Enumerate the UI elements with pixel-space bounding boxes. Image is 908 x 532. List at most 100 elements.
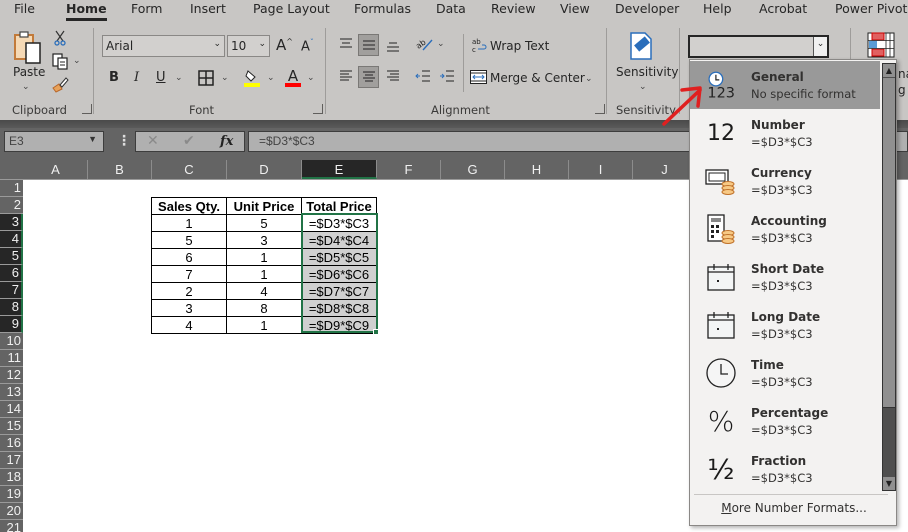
column-header-a[interactable]: A (24, 160, 88, 179)
cell-unit-price[interactable]: 1 (226, 316, 302, 334)
cell-sales-qty[interactable]: 4 (151, 316, 227, 334)
fill-color-button[interactable] (243, 68, 261, 88)
font-size-combobox[interactable]: 10 ⌄ (227, 35, 270, 57)
row-header-5[interactable]: 5 (0, 248, 23, 265)
row-header-7[interactable]: 7 (0, 282, 23, 299)
decrease-font-size-button[interactable]: Aˇ (301, 38, 314, 54)
tab-formulas[interactable]: Formulas (354, 1, 411, 16)
column-header-d[interactable]: D (227, 160, 302, 179)
scrollbar-thumb[interactable] (883, 78, 895, 408)
bottom-align-button[interactable] (384, 37, 402, 55)
header-total-price[interactable]: Total Price (301, 197, 377, 215)
scroll-up-arrow-icon[interactable]: ▲ (883, 64, 895, 77)
number-format-combobox[interactable]: ⌄ (688, 35, 829, 58)
tab-review[interactable]: Review (491, 1, 536, 16)
cell-total-price[interactable]: =$D7*$C7 (301, 282, 377, 300)
format-option-short-date[interactable]: Short Date =$D3*$C3 (690, 253, 880, 301)
format-option-time[interactable]: Time =$D3*$C3 (690, 349, 880, 397)
cell-unit-price[interactable]: 8 (226, 299, 302, 317)
copy-button[interactable] (51, 52, 69, 70)
row-header-8[interactable]: 8 (0, 299, 23, 316)
cell-sales-qty[interactable]: 2 (151, 282, 227, 300)
column-header-c[interactable]: C (152, 160, 227, 179)
clipboard-dialog-launcher-icon[interactable] (82, 104, 92, 114)
align-left-button[interactable] (337, 67, 355, 85)
tab-view[interactable]: View (560, 1, 590, 16)
sensitivity-button[interactable]: Sensitivity (616, 65, 678, 79)
row-header-6[interactable]: 6 (0, 265, 23, 282)
format-option-accounting[interactable]: Accounting =$D3*$C3 (690, 205, 880, 253)
orientation-dropdown-chevron-icon[interactable]: ⌄ (437, 39, 445, 49)
format-painter-button[interactable] (51, 76, 69, 94)
name-box-dropdown-icon[interactable]: ▼ (88, 134, 97, 144)
row-header-17[interactable]: 17 (0, 452, 23, 469)
column-header-h[interactable]: H (505, 160, 569, 179)
cell-sales-qty[interactable]: 5 (151, 231, 227, 249)
row-header-15[interactable]: 15 (0, 418, 23, 435)
column-header-i[interactable]: I (569, 160, 633, 179)
merge-dropdown-chevron-icon[interactable]: ⌄ (585, 74, 593, 84)
tab-file[interactable]: File (14, 1, 35, 16)
row-header-18[interactable]: 18 (0, 469, 23, 486)
copy-dropdown-chevron-icon[interactable]: ⌄ (73, 56, 81, 66)
cancel-formula-button[interactable]: ✕ (147, 133, 159, 149)
tab-home[interactable]: Home (66, 1, 107, 21)
align-right-button[interactable] (384, 67, 402, 85)
row-header-21[interactable]: 21 (0, 520, 23, 532)
row-header-10[interactable]: 10 (0, 333, 23, 350)
cell-total-price[interactable]: =$D6*$C6 (301, 265, 377, 283)
borders-button[interactable] (197, 69, 215, 87)
font-dialog-launcher-icon[interactable] (313, 104, 323, 114)
format-option-general[interactable]: 123 General No specific format (690, 61, 880, 109)
cell-unit-price[interactable]: 5 (226, 214, 302, 232)
center-button[interactable] (358, 66, 379, 88)
fill-color-dropdown-chevron-icon[interactable]: ⌄ (267, 73, 275, 83)
header-sales-qty[interactable]: Sales Qty. (151, 197, 227, 215)
font-name-combobox[interactable]: Arial ⌄ (102, 35, 225, 57)
alignment-dialog-launcher-icon[interactable] (595, 104, 605, 114)
tab-page-layout[interactable]: Page Layout (253, 1, 330, 16)
merge-center-button[interactable]: Merge & Center (490, 71, 585, 85)
row-header-3[interactable]: 3 (0, 214, 23, 231)
cell-sales-qty[interactable]: 6 (151, 248, 227, 266)
middle-align-button[interactable] (358, 34, 379, 56)
column-header-e[interactable]: E (302, 160, 377, 179)
orientation-button[interactable]: ab (415, 35, 435, 53)
tab-data[interactable]: Data (436, 1, 466, 16)
header-unit-price[interactable]: Unit Price (226, 197, 302, 215)
font-color-button[interactable]: A (284, 67, 302, 88)
cell-unit-price[interactable]: 4 (226, 282, 302, 300)
row-header-20[interactable]: 20 (0, 503, 23, 520)
tab-help[interactable]: Help (703, 1, 732, 16)
row-header-19[interactable]: 19 (0, 486, 23, 503)
format-option-currency[interactable]: Currency =$D3*$C3 (690, 157, 880, 205)
cell-total-price[interactable]: =$D8*$C8 (301, 299, 377, 317)
format-option-fraction[interactable]: ½ Fraction =$D3*$C3 (690, 445, 880, 493)
tab-insert[interactable]: Insert (190, 1, 226, 16)
paste-button[interactable] (12, 31, 44, 65)
column-header-j[interactable]: J (633, 160, 697, 179)
cell-total-price[interactable]: =$D5*$C5 (301, 248, 377, 266)
tab-power-pivot[interactable]: Power Pivot (835, 1, 907, 16)
row-header-13[interactable]: 13 (0, 384, 23, 401)
cell-unit-price[interactable]: 1 (226, 248, 302, 266)
cell-sales-qty[interactable]: 3 (151, 299, 227, 317)
cut-button[interactable] (52, 30, 68, 46)
dropdown-scrollbar[interactable]: ▲ ▼ (882, 63, 896, 491)
row-header-9[interactable]: 9 (0, 316, 23, 333)
increase-font-size-button[interactable]: A^ (276, 36, 293, 54)
font-color-dropdown-chevron-icon[interactable]: ⌄ (307, 73, 315, 83)
cell-unit-price[interactable]: 3 (226, 231, 302, 249)
conditional-formatting-icon[interactable] (867, 32, 895, 58)
row-header-2[interactable]: 2 (0, 197, 23, 214)
format-option-long-date[interactable]: Long Date =$D3*$C3 (690, 301, 880, 349)
fill-handle[interactable] (373, 329, 379, 335)
row-header-4[interactable]: 4 (0, 231, 23, 248)
row-header-14[interactable]: 14 (0, 401, 23, 418)
cell-sales-qty[interactable]: 7 (151, 265, 227, 283)
number-format-dropdown-chevron-icon[interactable]: ⌄ (813, 37, 827, 56)
decrease-indent-button[interactable] (414, 67, 432, 85)
wrap-text-button[interactable]: Wrap Text (490, 39, 549, 53)
increase-indent-button[interactable] (438, 67, 456, 85)
row-header-12[interactable]: 12 (0, 367, 23, 384)
